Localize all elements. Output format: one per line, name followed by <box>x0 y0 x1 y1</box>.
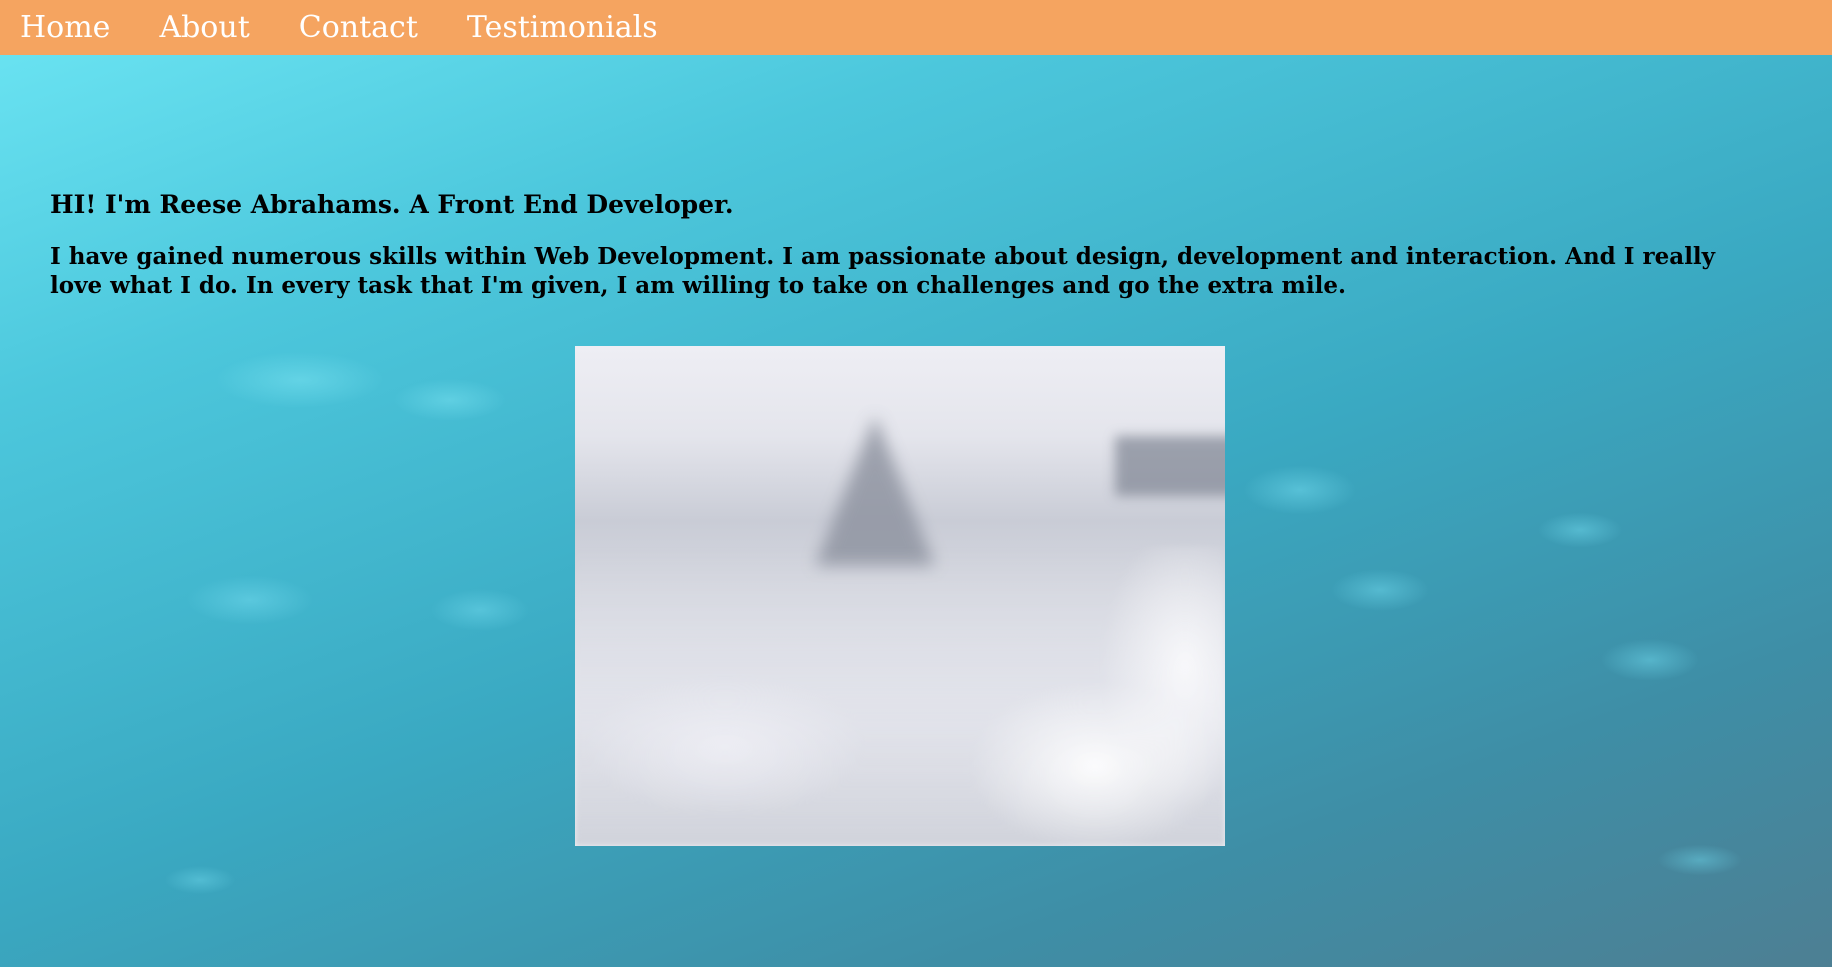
nav-about-link[interactable]: About <box>159 0 249 55</box>
photo-house-shape <box>815 416 935 566</box>
photo-frost-foliage <box>575 546 1225 846</box>
nav-testimonials-link[interactable]: Testimonials <box>467 0 658 55</box>
top-navbar: Home About Contact Testimonials <box>0 0 1832 55</box>
hero-heading: HI! I'm Reese Abrahams. A Front End Deve… <box>50 190 734 219</box>
nav-contact-link[interactable]: Contact <box>299 0 418 55</box>
hero-intro-text: I have gained numerous skills within Web… <box>50 243 1716 299</box>
nav-home-link[interactable]: Home <box>20 0 110 55</box>
hero-photo <box>575 346 1225 846</box>
photo-roof-shape <box>1115 436 1225 496</box>
